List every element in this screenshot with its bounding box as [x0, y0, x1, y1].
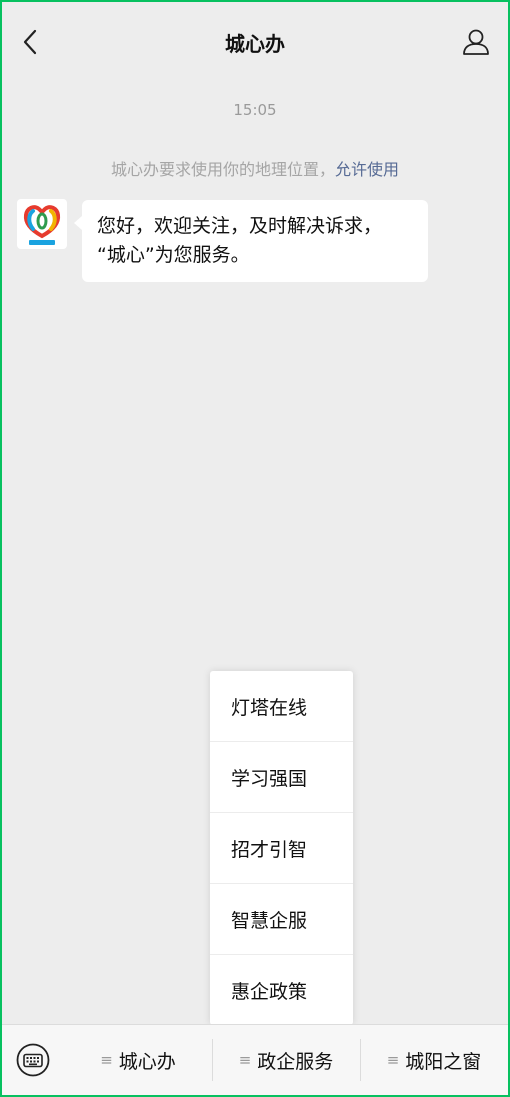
- submenu-item-enterprise-policy[interactable]: 惠企政策: [210, 955, 353, 1026]
- menu-lines-icon: ≡: [386, 1051, 400, 1069]
- submenu-item-xuexi-qiangguo[interactable]: 学习强国: [210, 742, 353, 813]
- allow-location-link[interactable]: 允许使用: [335, 160, 399, 179]
- message-timestamp: 15:05: [233, 101, 277, 119]
- menu-tab-label: 政企服务: [257, 1050, 334, 1073]
- menu-tab-label: 城心办: [118, 1050, 176, 1073]
- chengxin-logo-icon: [23, 205, 61, 245]
- avatar[interactable]: [17, 199, 67, 249]
- keyboard-icon: [16, 1043, 50, 1077]
- menu-tab-government-services[interactable]: ≡ 政企服务: [212, 1025, 360, 1096]
- keyboard-toggle-button[interactable]: [2, 1025, 64, 1096]
- message-line: 您好，欢迎关注，及时解决诉求，: [97, 215, 383, 237]
- location-permission-message: 城心办要求使用你的地理位置，允许使用: [2, 156, 508, 180]
- submenu-item-smart-enterprise-service[interactable]: 智慧企服: [210, 884, 353, 955]
- message-bubble: 您好，欢迎关注，及时解决诉求， “城心”为您服务。: [74, 200, 428, 282]
- submenu-item-dengta-online[interactable]: 灯塔在线: [210, 671, 353, 742]
- profile-button[interactable]: [458, 24, 494, 60]
- menu-tab-label: 城阳之窗: [405, 1050, 482, 1073]
- menu-lines-icon: ≡: [100, 1051, 113, 1069]
- menu-lines-icon: ≡: [238, 1051, 252, 1069]
- submenu-item-talent-recruitment[interactable]: 招才引智: [210, 813, 353, 884]
- app-frame: 城心办 15:05 城心办要求使用你的地理位置，允许使用 您好，欢迎关注，及时解…: [2, 2, 508, 1095]
- menu-tab-chengyang-window[interactable]: ≡ 城阳之窗: [360, 1025, 508, 1096]
- user-icon: [463, 29, 489, 55]
- message-line: “城心”为您服务。: [97, 244, 250, 266]
- submenu-popup: 灯塔在线 学习强国 招才引智 智慧企服 惠企政策: [210, 671, 353, 1025]
- page-title: 城心办: [225, 32, 285, 56]
- nav-bar: 城心办: [2, 2, 508, 82]
- permission-text: 城心办要求使用你的地理位置，: [110, 160, 335, 179]
- menu-tab-chengxinban[interactable]: ≡ 城心办: [64, 1025, 212, 1096]
- bottom-menu-bar: ≡ 城心办 ≡ 政企服务 ≡ 城阳之窗: [2, 1024, 508, 1095]
